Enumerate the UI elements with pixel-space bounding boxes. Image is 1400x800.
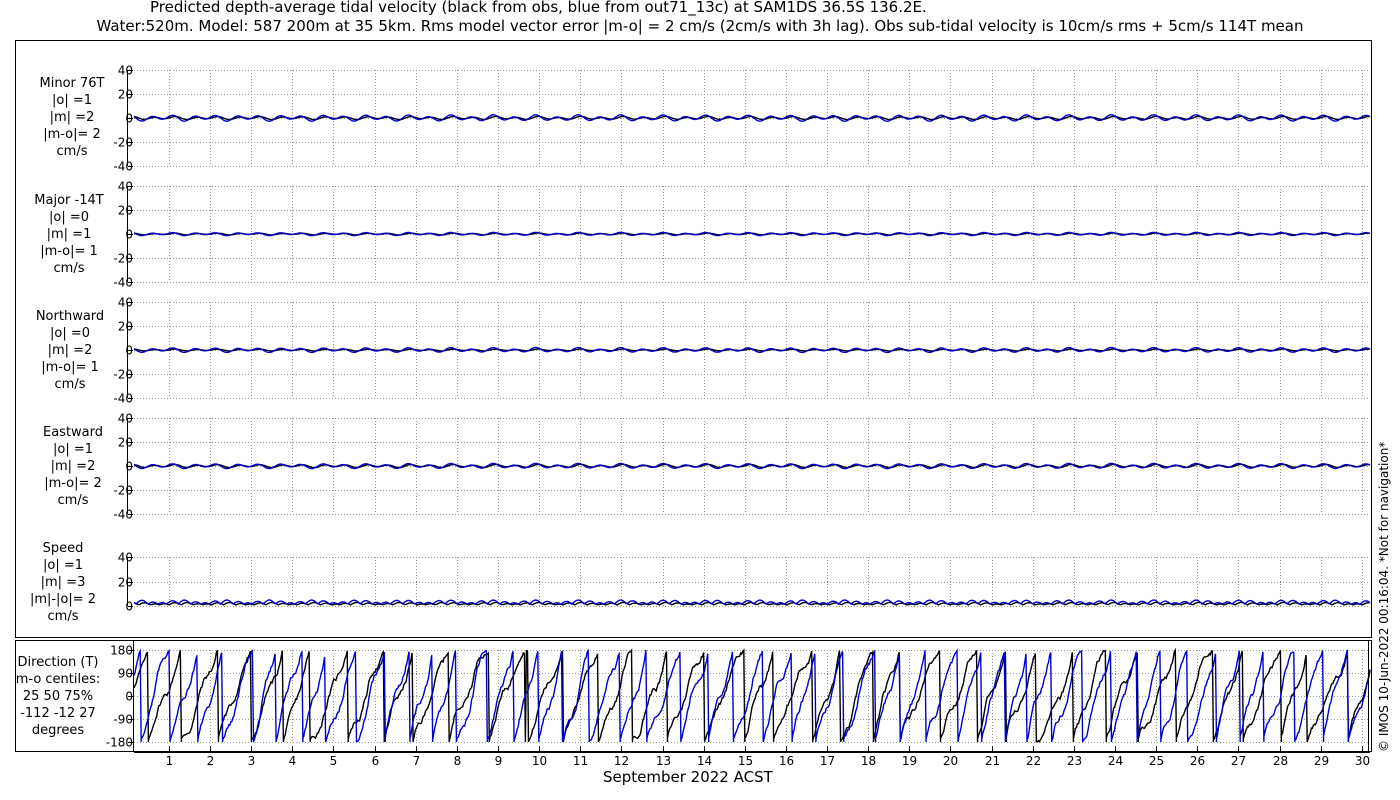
- panel-label-line: |o| =1: [52, 442, 93, 457]
- y-tick-label: 0: [125, 690, 133, 704]
- x-tick-label: 29: [1314, 754, 1329, 768]
- panel-label-line: |o| =0: [48, 210, 89, 225]
- x-axis-label: September 2022 ACST: [603, 768, 773, 786]
- panel-label-line: |m| =1: [46, 227, 92, 242]
- panel-label-line: Direction (T): [17, 655, 99, 670]
- panel-label-line: |m| =2: [49, 110, 95, 125]
- panel-label-line: 25 50 75%: [22, 689, 94, 704]
- panel-east: 40200-20-40: [113, 412, 1371, 522]
- x-tick-label: 24: [1108, 754, 1123, 768]
- x-tick-label: 11: [573, 754, 588, 768]
- x-tick-label: 21: [985, 754, 1000, 768]
- x-tick-label: 2: [207, 754, 215, 768]
- panel-label-line: cm/s: [47, 609, 79, 624]
- x-tick-label: 7: [413, 754, 421, 768]
- panel-label-line: |m|-|o|= 2: [29, 592, 97, 607]
- panel-label-line: |m-o|= 1: [40, 244, 98, 259]
- x-tick-label: 12: [614, 754, 629, 768]
- x-tick-label: 30: [1355, 754, 1370, 768]
- panel-label-minor: Minor 76T |o| =1 |m| =2 |m-o|= 2 cm/s: [12, 75, 132, 160]
- panel-label-line: |m-o|= 2: [43, 127, 101, 142]
- panel-minor: 40200-20-40: [113, 64, 1371, 174]
- y-tick-label: 90: [118, 667, 133, 681]
- panel-label-line: |m| =3: [40, 575, 86, 590]
- panel-label-line: Speed: [42, 541, 84, 556]
- copyright-notice: © IMOS 10-Jun-2022 00:16:04. *Not for na…: [1377, 441, 1391, 752]
- panel-label-line: |m-o|= 2: [44, 476, 102, 491]
- x-tick-label: 10: [532, 754, 547, 768]
- x-tick-label: 22: [1026, 754, 1041, 768]
- panel-label-line: |o| =0: [49, 326, 90, 341]
- x-tick-label: 16: [779, 754, 794, 768]
- panel-label-line: -112 -12 27: [20, 706, 96, 721]
- panel-label-line: cm/s: [54, 377, 86, 392]
- x-tick-label: 25: [1149, 754, 1164, 768]
- tidal-velocity-chart: 40200-20-4040200-20-4040200-20-4040200-2…: [15, 40, 1372, 768]
- x-tick-label: 9: [495, 754, 503, 768]
- panel-north: 40200-20-40: [113, 296, 1371, 406]
- x-tick-label: 6: [372, 754, 380, 768]
- x-tick-label: 15: [738, 754, 753, 768]
- upper-frame: [15, 40, 1372, 638]
- panel-label-line: |m| =2: [50, 459, 96, 474]
- x-tick-label: 14: [697, 754, 712, 768]
- x-tick-label: 20: [943, 754, 958, 768]
- panel-label-major: Major -14T |o| =0 |m| =1 |m-o|= 1 cm/s: [9, 192, 129, 277]
- panel-label-line: Northward: [35, 309, 105, 324]
- x-tick-label: 8: [454, 754, 462, 768]
- x-tick-label: 23: [1067, 754, 1082, 768]
- x-tick-label: 13: [656, 754, 671, 768]
- x-tick-label: 27: [1231, 754, 1246, 768]
- panel-label-line: |m-o|= 1: [41, 360, 99, 375]
- x-tick-label: 26: [1190, 754, 1205, 768]
- panel-label-line: |m| =2: [47, 343, 93, 358]
- x-tick-label: 18: [861, 754, 876, 768]
- panel-speed: 40200: [118, 551, 1371, 614]
- panel-label-line: |o| =1: [42, 558, 83, 573]
- x-tick-label: 3: [248, 754, 256, 768]
- panel-label-line: Eastward: [42, 425, 104, 440]
- panel-direction: 180900-90-180: [106, 644, 1371, 750]
- panel-label-line: m-o centiles:: [15, 672, 101, 687]
- panel-label-north: Northward |o| =0 |m| =2 |m-o|= 1 cm/s: [10, 308, 130, 393]
- x-tick-label: 1: [166, 754, 174, 768]
- panel-label-line: cm/s: [57, 493, 89, 508]
- x-tick-label: 17: [820, 754, 835, 768]
- panel-label-line: Major -14T: [34, 193, 104, 208]
- y-tick-label: -40: [113, 392, 133, 406]
- y-tick-label: 0: [125, 600, 133, 614]
- panel-label-line: Minor 76T: [39, 76, 105, 91]
- x-tick-label: 28: [1273, 754, 1288, 768]
- panel-label-line: degrees: [31, 723, 85, 738]
- panel-label-direction: Direction (T) m-o centiles: 25 50 75% -112 …: [0, 654, 118, 739]
- y-tick-label: -40: [113, 508, 133, 522]
- panel-major: 40200-20-40: [113, 180, 1371, 290]
- y-tick-label: -40: [113, 276, 133, 290]
- x-tick-label: 4: [289, 754, 297, 768]
- panel-label-line: cm/s: [56, 144, 88, 159]
- panel-label-east: Eastward |o| =1 |m| =2 |m-o|= 2 cm/s: [13, 424, 133, 509]
- y-tick-label: -40: [113, 160, 133, 174]
- x-tick-label: 19: [902, 754, 917, 768]
- panel-label-line: |o| =1: [51, 93, 92, 108]
- panel-label-line: cm/s: [53, 261, 85, 276]
- x-tick-label: 5: [330, 754, 338, 768]
- panel-label-speed: Speed |o| =1 |m| =3 |m|-|o|= 2 cm/s: [3, 540, 123, 625]
